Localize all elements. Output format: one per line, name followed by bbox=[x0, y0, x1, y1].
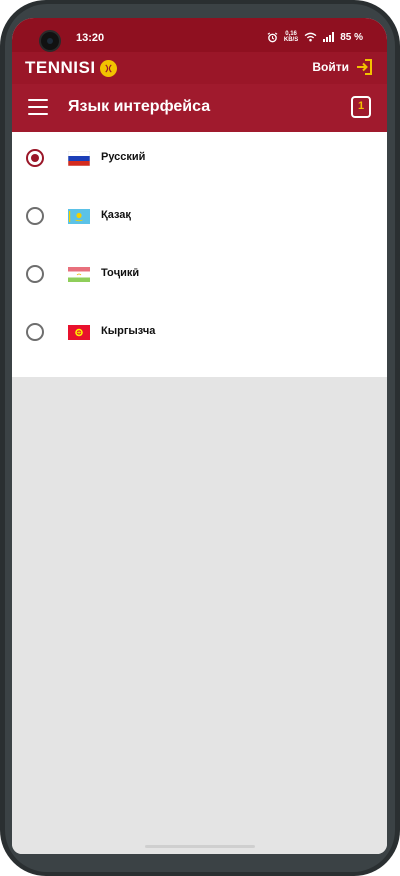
kyrgyzstan-flag-icon bbox=[68, 325, 90, 340]
language-label: Кыргызча bbox=[101, 325, 156, 337]
empty-content-area bbox=[12, 377, 387, 854]
tennis-ball-icon bbox=[99, 59, 117, 77]
tennisi-logo[interactable]: TENNISI bbox=[25, 58, 117, 78]
language-label: Қазақ bbox=[101, 209, 131, 221]
app-toolbar: Язык интерфейса 1 bbox=[12, 84, 387, 132]
kazakhstan-flag-icon bbox=[68, 209, 90, 224]
login-label: Войти bbox=[312, 60, 349, 74]
network-speed: 0,16 KB/S bbox=[284, 31, 298, 43]
login-icon bbox=[357, 59, 372, 75]
status-time: 13:20 bbox=[76, 32, 105, 44]
radio-button[interactable] bbox=[26, 207, 44, 225]
radio-button[interactable] bbox=[26, 265, 44, 283]
screen: 13:20 0,16 KB/S 85 % TENNISI Войти Язык … bbox=[12, 18, 387, 854]
language-option-tajik[interactable]: Тоҷикӣ bbox=[12, 248, 387, 306]
brand-bar: TENNISI Войти bbox=[12, 52, 387, 84]
coupon-icon[interactable]: 1 bbox=[351, 96, 371, 118]
language-option-kyrgyz[interactable]: Кыргызча bbox=[12, 306, 387, 364]
battery-level: 85 % bbox=[340, 31, 363, 43]
coupon-count: 1 bbox=[357, 100, 365, 112]
status-icons: 0,16 KB/S 85 % bbox=[267, 31, 363, 43]
language-option-russian[interactable]: Русский bbox=[12, 132, 387, 190]
status-bar: 13:20 0,16 KB/S 85 % bbox=[12, 18, 387, 52]
page-title: Язык интерфейса bbox=[68, 98, 211, 115]
home-indicator[interactable] bbox=[145, 845, 255, 848]
russia-flag-icon bbox=[68, 151, 90, 166]
login-button[interactable]: Войти bbox=[312, 58, 373, 76]
logo-text: TENNISI bbox=[25, 58, 96, 77]
hamburger-menu-icon[interactable] bbox=[28, 99, 48, 117]
power-button-upper bbox=[396, 220, 400, 256]
radio-button[interactable] bbox=[26, 323, 44, 341]
language-option-kazakh[interactable]: Қазақ bbox=[12, 190, 387, 248]
front-camera bbox=[39, 30, 61, 52]
language-label: Тоҷикӣ bbox=[101, 267, 140, 279]
alarm-icon bbox=[267, 31, 278, 42]
language-list: Русский Қазақ Тоҷикӣ Кыргызча bbox=[12, 132, 387, 377]
network-speed-unit: KB/S bbox=[283, 37, 299, 43]
language-label: Русский bbox=[101, 151, 146, 163]
volume-button bbox=[0, 212, 4, 316]
signal-icon bbox=[323, 32, 335, 42]
wifi-icon bbox=[304, 32, 317, 42]
radio-button-checked[interactable] bbox=[26, 149, 44, 167]
power-button-lower bbox=[396, 306, 400, 370]
tajikistan-flag-icon bbox=[68, 267, 90, 282]
